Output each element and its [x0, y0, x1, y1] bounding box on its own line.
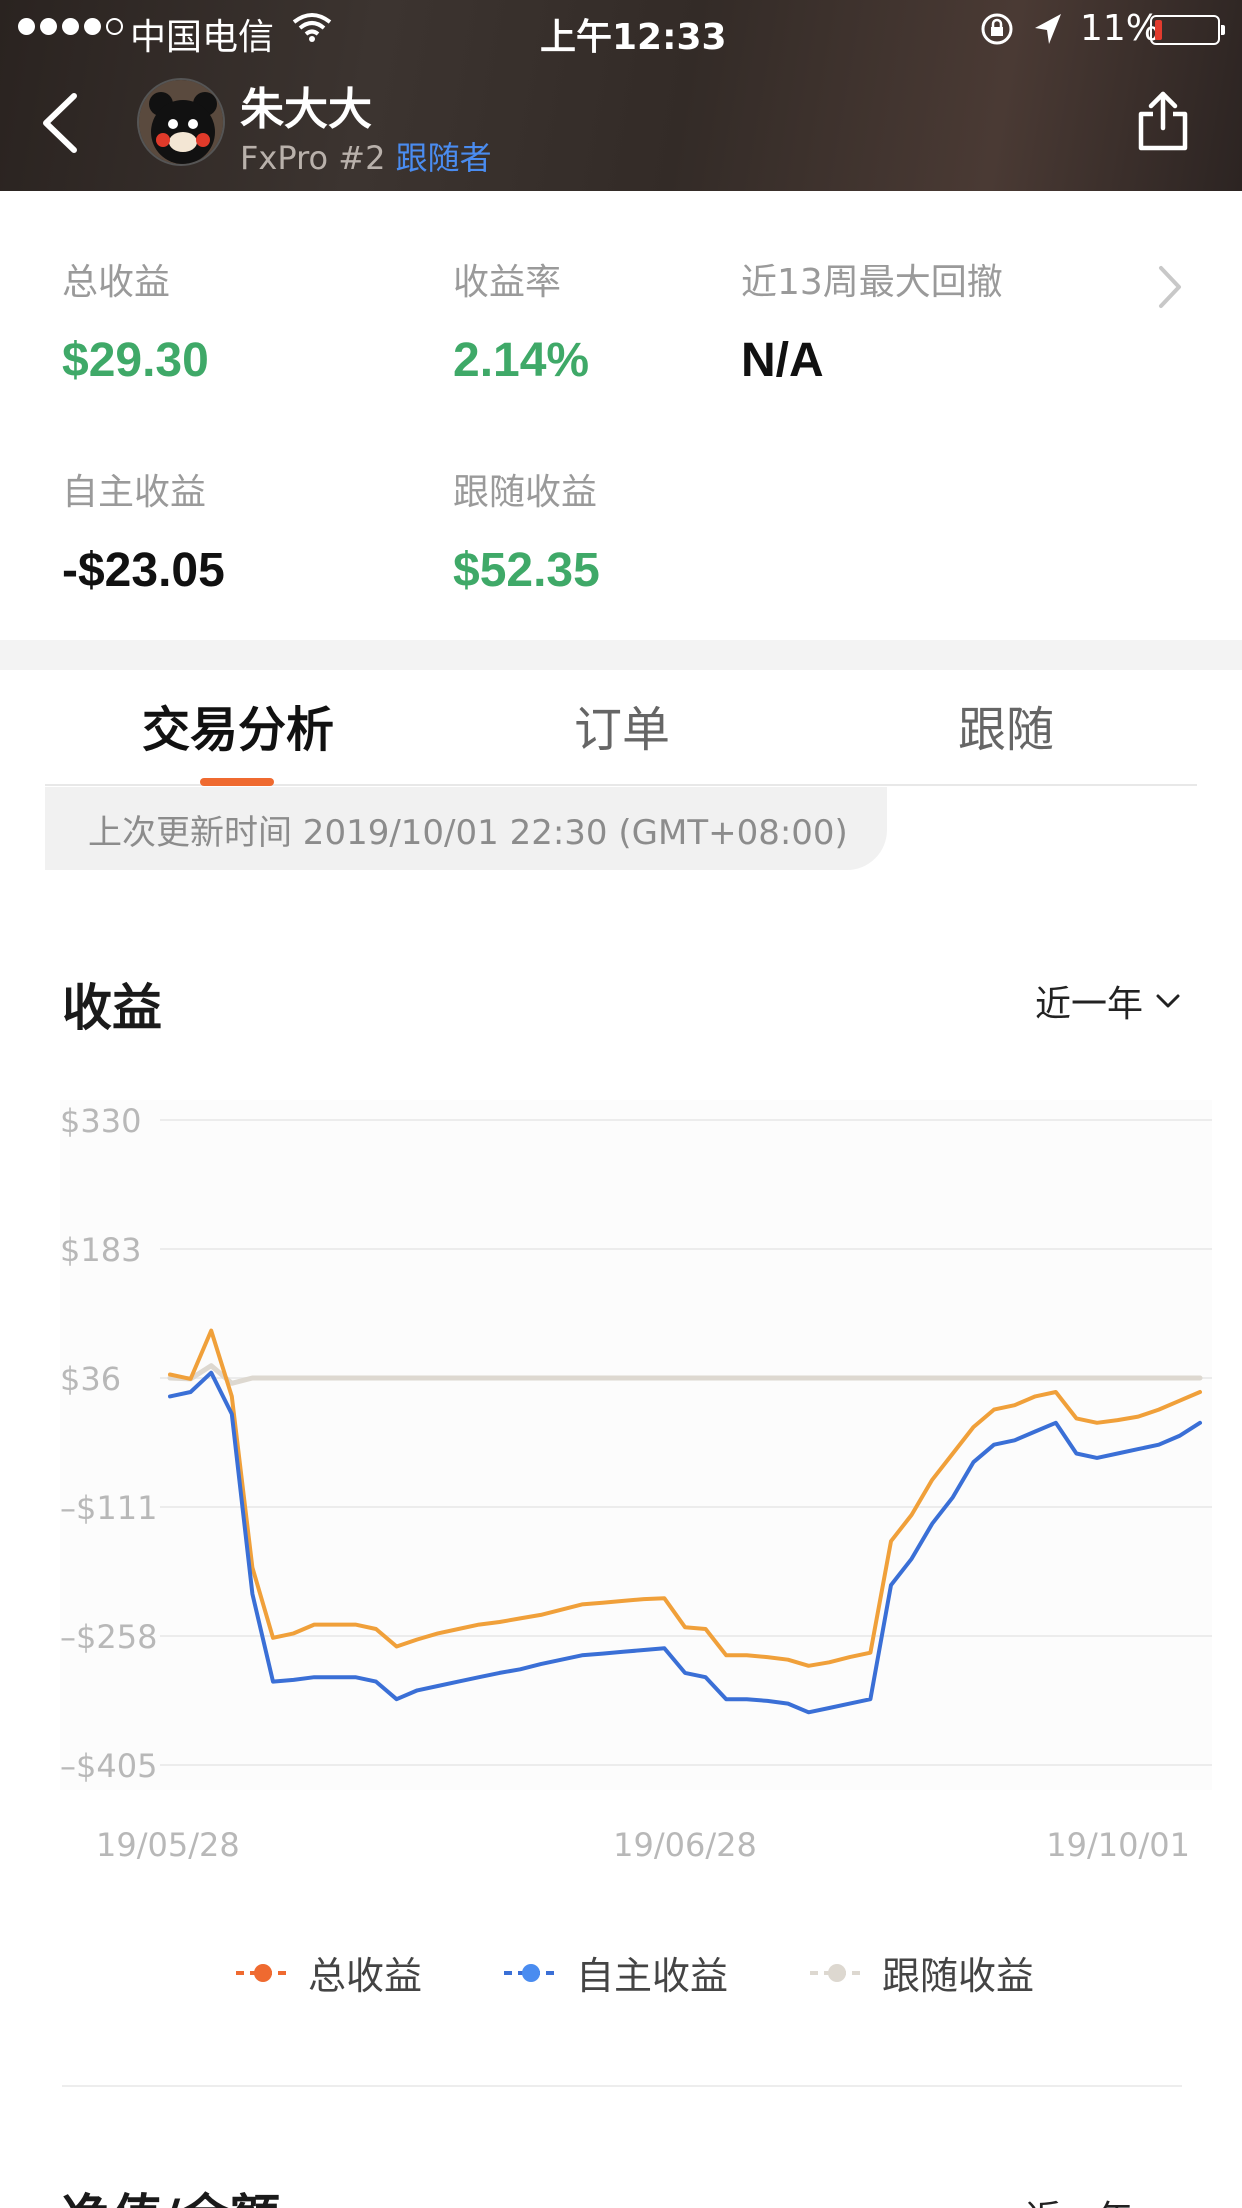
self-profit-value: -$23.05 [62, 544, 225, 597]
total-profit-value: $29.30 [62, 334, 209, 387]
back-button[interactable] [34, 88, 84, 158]
active-tab-indicator [200, 778, 274, 786]
battery-icon [1150, 15, 1225, 45]
follow-profit-value: $52.35 [453, 544, 600, 597]
max-drawdown-stat[interactable]: 近13周最大回撤 N/A [741, 253, 1003, 388]
status-bar: 中国电信 上午12:33 11% [0, 0, 1242, 60]
profit-line-chart[interactable]: $330 $183 $36 –$111 –$258 –$405 19/05/28 19/06/… [0, 1080, 1242, 1880]
header: 中国电信 上午12:33 11% 朱大大 FxPro #2 跟随者 [0, 0, 1242, 191]
self-profit-label: 自主收益 [62, 472, 207, 513]
tab-trade-analysis[interactable]: 交易分析 [142, 690, 334, 760]
legend-label: 自主收益 [576, 1954, 729, 1998]
legend-marker-icon [810, 1963, 864, 1982]
battery-percent: 11% [1080, 8, 1161, 49]
y-tick-label: –$111 [60, 1489, 157, 1527]
x-tick-label: 19/06/28 [613, 1826, 757, 1864]
carrier-name: 中国电信 [130, 17, 275, 58]
avatar[interactable] [137, 78, 225, 166]
chevron-right-icon[interactable] [1155, 262, 1185, 312]
follow-profit-stat: 跟随收益 $52.35 [453, 463, 600, 598]
legend-label: 跟随收益 [882, 1954, 1035, 1998]
range-dropdown[interactable]: 近一年 [1035, 975, 1181, 1027]
location-arrow-icon [1035, 14, 1061, 44]
status-time: 上午12:33 [540, 17, 727, 58]
equity-balance-title: 净值/余额 [62, 2178, 280, 2208]
share-button[interactable] [1135, 90, 1191, 152]
update-time-text: 上次更新时间 2019/10/01 22:30 (GMT+08:00) [88, 813, 848, 853]
return-rate-label: 收益率 [453, 262, 562, 303]
tab-follow[interactable]: 跟随 [958, 690, 1054, 760]
max-drawdown-label: 近13周最大回撤 [741, 262, 1003, 303]
tab-orders[interactable]: 订单 [574, 690, 670, 760]
return-rate-stat: 收益率 2.14% [453, 253, 589, 388]
chevron-down-icon [1156, 994, 1180, 1008]
legend-label: 总收益 [308, 1954, 423, 1998]
follow-profit-label: 跟随收益 [453, 472, 598, 513]
battery-level [1155, 20, 1162, 40]
section-divider [62, 2085, 1182, 2087]
legend-follow-profit[interactable]: 跟随收益 [808, 1945, 1034, 2000]
signal-strength-icon [18, 18, 123, 35]
legend-self-profit[interactable]: 自主收益 [502, 1945, 728, 2000]
chart-legend: 总收益 自主收益 跟随收益 [0, 1945, 1242, 2005]
role-badge: 跟随者 [395, 139, 492, 177]
y-tick-label: –$405 [60, 1747, 157, 1785]
range-dropdown-label: 近一年 [1035, 984, 1144, 1025]
broker-account: FxPro #2 [240, 139, 386, 177]
legend-marker-icon [236, 1963, 290, 1982]
plot-area [60, 1100, 1212, 1790]
x-tick-label: 19/05/28 [96, 1826, 240, 1864]
bear-avatar-icon [139, 80, 223, 164]
equity-range-dropdown[interactable]: 近一年 [1025, 2190, 1133, 2208]
update-time-bar: 上次更新时间 2019/10/01 22:30 (GMT+08:00) [45, 787, 887, 870]
trader-account: FxPro #2 跟随者 [240, 133, 492, 179]
y-tick-label: $183 [60, 1231, 141, 1269]
rotation-lock-icon [981, 13, 1013, 45]
section-divider [0, 640, 1242, 670]
x-tick-label: 19/10/01 [1046, 1826, 1190, 1864]
legend-total-profit[interactable]: 总收益 [234, 1945, 422, 2000]
wifi-icon [292, 13, 332, 42]
profit-chart-title: 收益 [62, 979, 162, 1037]
self-profit-stat: 自主收益 -$23.05 [62, 463, 225, 598]
y-tick-label: –$258 [60, 1618, 157, 1656]
max-drawdown-value: N/A [741, 334, 824, 387]
return-rate-value: 2.14% [453, 334, 590, 387]
total-profit-stat: 总收益 $29.30 [62, 253, 209, 388]
y-tick-label: $330 [60, 1102, 141, 1140]
legend-marker-icon [504, 1963, 558, 1982]
y-tick-label: $36 [60, 1360, 121, 1398]
total-profit-label: 总收益 [62, 262, 171, 303]
trader-name: 朱大大 [240, 84, 372, 135]
